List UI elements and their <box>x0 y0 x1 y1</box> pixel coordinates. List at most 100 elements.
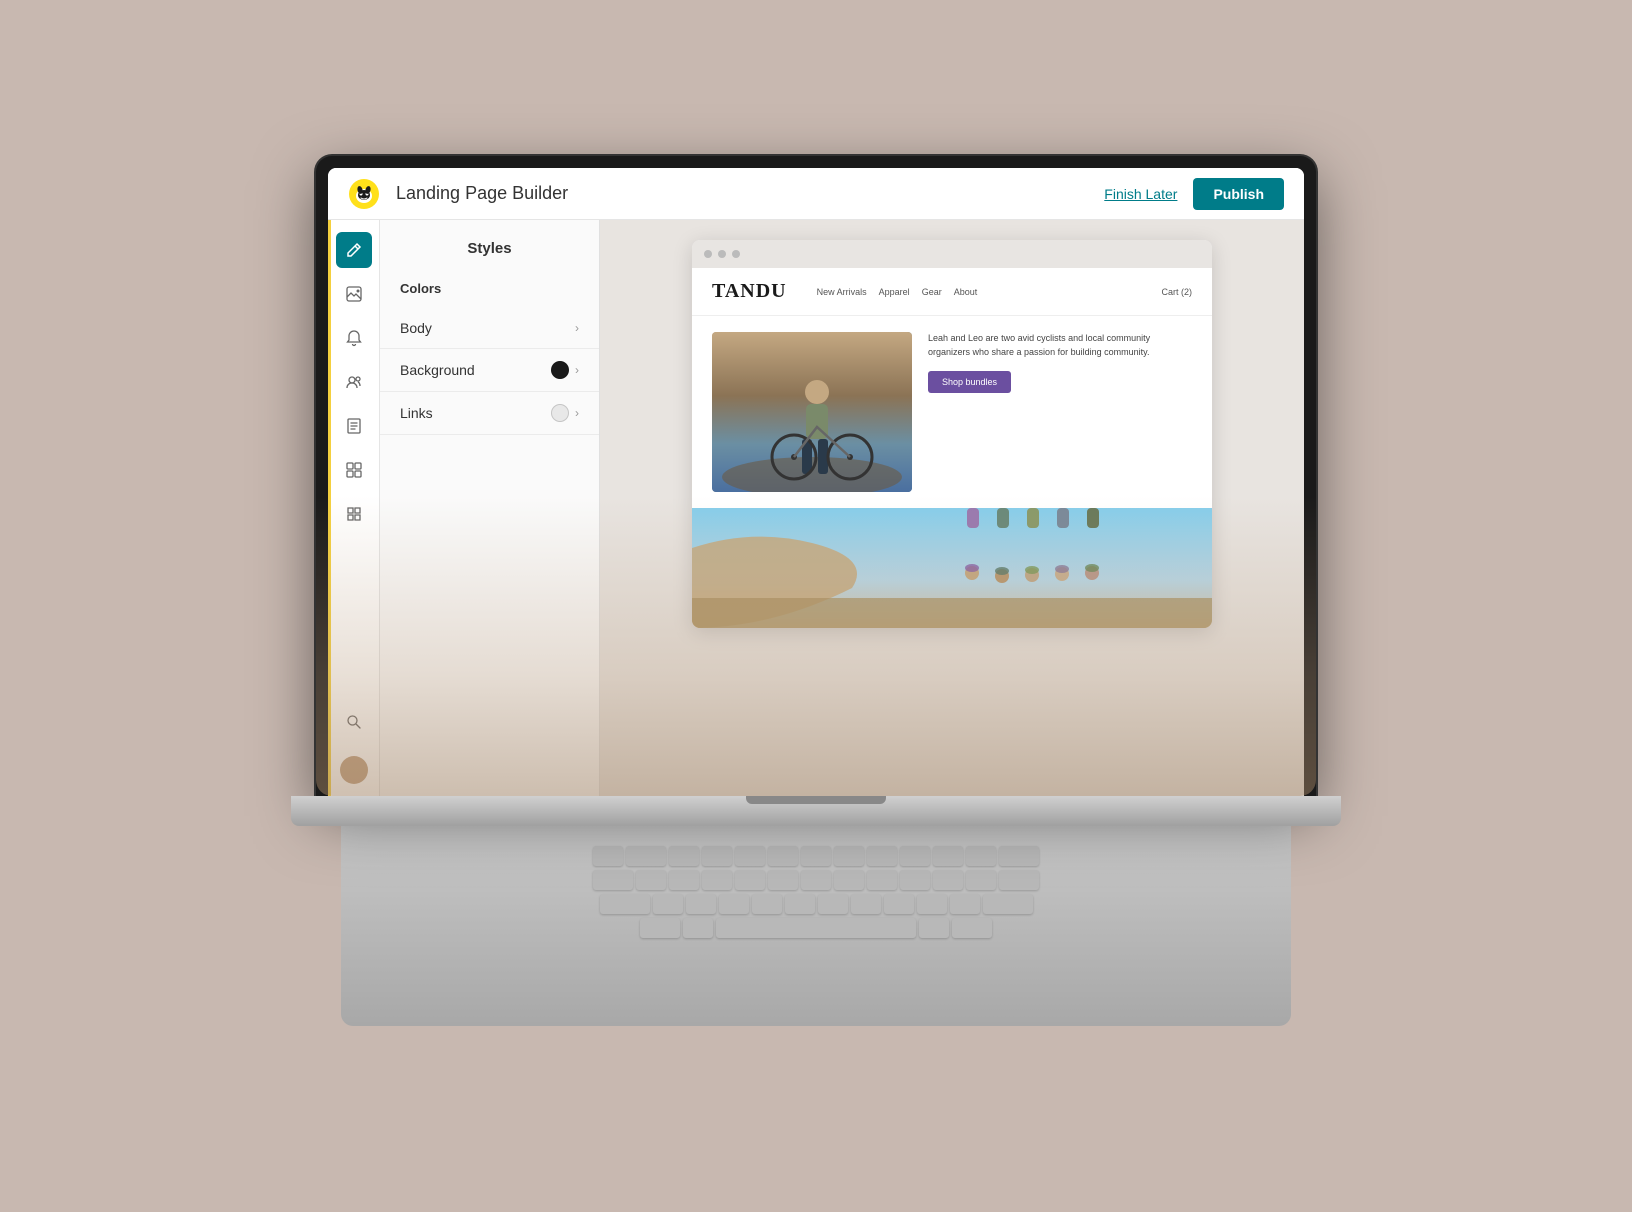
keyboard-row-4 <box>361 918 1271 938</box>
search-icon <box>345 713 363 731</box>
sidebar-icons <box>328 220 380 796</box>
sidebar-item-contacts[interactable] <box>336 364 372 400</box>
nav-link-apparel: Apparel <box>879 287 910 297</box>
mailchimp-logo <box>348 178 380 210</box>
laptop-notch <box>746 796 886 804</box>
site-logo: TANDU <box>712 280 787 303</box>
app-container: Landing Page Builder Finish Later Publis… <box>328 168 1304 796</box>
top-bar-actions: Finish Later Publish <box>1104 178 1284 210</box>
browser-toolbar <box>692 240 1212 268</box>
key <box>966 846 996 866</box>
colors-heading: Colors <box>380 281 599 296</box>
styles-panel: Styles Colors Body › Backgroun <box>380 220 600 796</box>
grid-icon <box>345 505 363 523</box>
edit-icon <box>345 241 363 259</box>
sidebar-item-images[interactable] <box>336 276 372 312</box>
site-bottom-section <box>692 508 1212 628</box>
background-swatch <box>551 361 569 379</box>
preview-area: TANDU New Arrivals Apparel Gear About Ca… <box>600 220 1304 796</box>
sidebar-item-pages[interactable] <box>336 408 372 444</box>
nav-link-new-arrivals: New Arrivals <box>817 287 867 297</box>
keyboard-row-1 <box>361 846 1271 866</box>
key <box>640 918 680 938</box>
key <box>834 846 864 866</box>
key <box>636 870 666 890</box>
key <box>719 894 749 914</box>
links-chevron-icon: › <box>575 406 579 420</box>
key <box>686 894 716 914</box>
keyboard-row-2 <box>361 870 1271 890</box>
key <box>834 870 864 890</box>
sidebar-item-edit[interactable] <box>336 232 372 268</box>
key <box>801 870 831 890</box>
key <box>801 846 831 866</box>
notifications-icon <box>345 329 363 347</box>
key <box>999 846 1039 866</box>
key <box>768 846 798 866</box>
sidebar-item-notifications[interactable] <box>336 320 372 356</box>
page-title: Landing Page Builder <box>396 183 1104 204</box>
key <box>702 870 732 890</box>
key <box>702 846 732 866</box>
key <box>950 894 980 914</box>
finish-later-button[interactable]: Finish Later <box>1104 186 1177 202</box>
body-label: Body <box>400 320 432 336</box>
links-swatch <box>551 404 569 422</box>
key <box>999 870 1039 890</box>
cart-label: Cart (2) <box>1161 287 1192 297</box>
shop-bundles-button[interactable]: Shop bundles <box>928 371 1011 393</box>
key <box>600 894 650 914</box>
key <box>785 894 815 914</box>
site-nav-links: New Arrivals Apparel Gear About <box>817 287 1142 297</box>
sidebar-item-grid[interactable] <box>336 496 372 532</box>
key <box>626 846 666 866</box>
sidebar-item-search[interactable] <box>336 704 372 740</box>
keyboard-row-3 <box>361 894 1271 914</box>
key <box>735 846 765 866</box>
body-color-item[interactable]: Body › <box>380 308 599 349</box>
laptop-base <box>291 796 1341 826</box>
key <box>669 870 699 890</box>
links-color-item[interactable]: Links › <box>380 392 599 435</box>
background-color-item[interactable]: Background › <box>380 349 599 392</box>
key <box>735 870 765 890</box>
key <box>683 918 713 938</box>
key <box>752 894 782 914</box>
keyboard-rows <box>361 846 1271 938</box>
spacebar-key[interactable] <box>716 918 916 938</box>
laptop-keyboard <box>341 826 1291 1026</box>
body-chevron-icon: › <box>575 321 579 335</box>
key <box>851 894 881 914</box>
key <box>919 918 949 938</box>
browser-dot-2 <box>718 250 726 258</box>
key <box>917 894 947 914</box>
background-chevron-icon: › <box>575 363 579 377</box>
images-icon <box>345 285 363 303</box>
key <box>593 870 633 890</box>
key <box>952 918 992 938</box>
sidebar-item-templates[interactable] <box>336 452 372 488</box>
key <box>900 846 930 866</box>
links-label: Links <box>400 405 433 421</box>
key <box>867 870 897 890</box>
key <box>867 846 897 866</box>
hero-image-svg <box>712 332 912 492</box>
laptop-screen: Landing Page Builder Finish Later Publis… <box>328 168 1304 796</box>
main-content: Styles Colors Body › Backgroun <box>328 220 1304 796</box>
key <box>933 846 963 866</box>
key <box>653 894 683 914</box>
key <box>768 870 798 890</box>
laptop-screen-bezel: Landing Page Builder Finish Later Publis… <box>316 156 1316 796</box>
key <box>818 894 848 914</box>
background-label: Background <box>400 362 475 378</box>
styles-panel-title: Styles <box>380 240 599 257</box>
top-bar: Landing Page Builder Finish Later Publis… <box>328 168 1304 220</box>
key <box>983 894 1033 914</box>
browser-preview: TANDU New Arrivals Apparel Gear About Ca… <box>692 240 1212 628</box>
browser-dot-3 <box>732 250 740 258</box>
hero-body-text: Leah and Leo are two avid cyclists and l… <box>928 332 1192 359</box>
publish-button[interactable]: Publish <box>1193 178 1284 210</box>
user-avatar[interactable] <box>340 756 368 784</box>
browser-content: TANDU New Arrivals Apparel Gear About Ca… <box>692 268 1212 628</box>
contacts-icon <box>345 373 363 391</box>
